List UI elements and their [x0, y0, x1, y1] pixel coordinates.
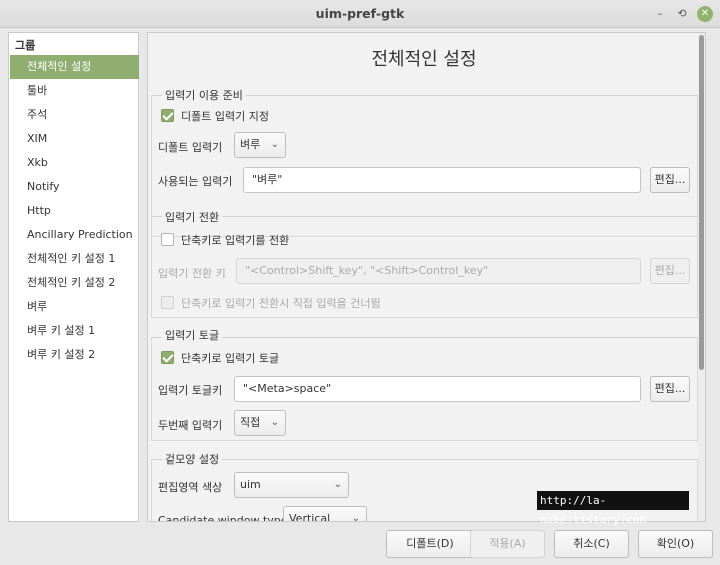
- group-appearance-label: 겉모양 설정: [162, 451, 223, 467]
- chevron-down-icon: ⌄: [333, 479, 342, 490]
- toggle-shortcut-checkbox-label: 단축키로 입력기 토글: [181, 352, 280, 365]
- sidebar-item-global-keys-2[interactable]: 전체적인 키 설정 2: [10, 271, 139, 295]
- group-sidebar: 그룹 전체적인 설정 툴바 주석 XIM Xkb Notify Http Anc…: [8, 32, 139, 522]
- restore-icon[interactable]: ⟲: [674, 6, 690, 22]
- switch-key-label: 입력기 전환 키: [158, 267, 226, 280]
- page-title: 전체적인 설정: [371, 49, 477, 70]
- group-im-prep-label: 입력기 이용 준비: [162, 87, 246, 103]
- sidebar-item-ancillary-prediction[interactable]: Ancillary Prediction: [10, 223, 139, 247]
- title-bar: uim-pref-gtk – ⟲ ✕: [0, 0, 720, 28]
- second-im-label: 두번째 입력기: [158, 419, 223, 432]
- ok-button[interactable]: 확인(O): [638, 530, 713, 558]
- switch-key-field[interactable]: "<Control>Shift_key", "<Shift>Control_ke…: [236, 258, 641, 284]
- scrollbar-thumb[interactable]: [699, 35, 704, 370]
- second-im-select[interactable]: 직접 ⌄: [234, 410, 286, 436]
- sidebar-item-xkb[interactable]: Xkb: [10, 151, 139, 175]
- close-icon[interactable]: ✕: [697, 6, 713, 22]
- apply-button[interactable]: 적용(A): [470, 530, 545, 558]
- skip-direct-checkbox-label: 단축키로 입력기 전환시 직접 입력을 건너뜀: [181, 297, 381, 310]
- sidebar-item-xim[interactable]: XIM: [10, 127, 139, 151]
- candidate-type-select[interactable]: Vertical ⌄: [283, 506, 367, 522]
- default-im-label: 디폴트 입력기: [158, 141, 223, 154]
- toggle-key-field[interactable]: "<Meta>space": [234, 376, 641, 402]
- switch-shortcut-checkbox[interactable]: [161, 233, 174, 246]
- candidate-type-value: Vertical: [289, 512, 331, 522]
- switch-shortcut-checkbox-label: 단축키로 입력기를 전환: [181, 234, 290, 247]
- sidebar-item-global-settings[interactable]: 전체적인 설정: [10, 55, 139, 79]
- chevron-down-icon: ⌄: [351, 513, 360, 522]
- minimize-icon[interactable]: –: [652, 6, 668, 22]
- sidebar-header: 그룹: [15, 39, 36, 52]
- sidebar-item-notify[interactable]: Notify: [10, 175, 139, 199]
- default-im-checkbox-label: 디폴트 입력기 지정: [181, 110, 269, 123]
- group-im-toggle-label: 입력기 토글: [162, 327, 223, 343]
- used-im-label: 사용되는 입력기: [158, 175, 233, 188]
- candidate-type-label: Candidate window type: [158, 514, 288, 522]
- used-im-edit-button[interactable]: 편집...: [650, 167, 690, 193]
- default-im-value: 벼루: [240, 138, 261, 151]
- sidebar-item-byeoru[interactable]: 벼루: [10, 295, 139, 319]
- toggle-shortcut-checkbox[interactable]: [161, 351, 174, 364]
- url-watermark: http://la-nube.tistory.com: [537, 491, 689, 526]
- default-im-checkbox[interactable]: [161, 109, 174, 122]
- switch-key-edit-button[interactable]: 편집...: [650, 258, 690, 284]
- settings-panel: 전체적인 설정 입력기 이용 준비 디폴트 입력기 지정 디폴트 입력기 벼루 …: [147, 32, 706, 522]
- toggle-key-label: 입력기 토글키: [158, 384, 223, 397]
- sidebar-item-http[interactable]: Http: [10, 199, 139, 223]
- toggle-key-edit-button[interactable]: 편집...: [650, 376, 690, 402]
- window-title: uim-pref-gtk: [315, 6, 405, 21]
- scrollbar[interactable]: [698, 33, 705, 521]
- default-button[interactable]: 디폴트(D): [386, 530, 474, 558]
- preedit-color-value: uim: [240, 478, 261, 491]
- sidebar-item-annotation[interactable]: 주석: [10, 103, 139, 127]
- sidebar-item-global-keys-1[interactable]: 전체적인 키 설정 1: [10, 247, 139, 271]
- used-im-field[interactable]: "벼루": [243, 167, 641, 193]
- preedit-color-select[interactable]: uim ⌄: [234, 472, 349, 498]
- sidebar-item-toolbar[interactable]: 툴바: [10, 79, 139, 103]
- sidebar-item-byeoru-keys-2[interactable]: 벼루 키 설정 2: [10, 343, 139, 367]
- group-im-switch-label: 입력기 전환: [162, 209, 223, 225]
- chevron-down-icon: ⌄: [270, 139, 279, 150]
- preedit-color-label: 편집영역 색상: [158, 481, 223, 494]
- default-im-select[interactable]: 벼루 ⌄: [234, 132, 286, 158]
- skip-direct-checkbox[interactable]: [161, 296, 174, 309]
- chevron-down-icon: ⌄: [270, 417, 279, 428]
- sidebar-item-byeoru-keys-1[interactable]: 벼루 키 설정 1: [10, 319, 139, 343]
- second-im-value: 직접: [240, 416, 261, 429]
- cancel-button[interactable]: 취소(C): [554, 530, 629, 558]
